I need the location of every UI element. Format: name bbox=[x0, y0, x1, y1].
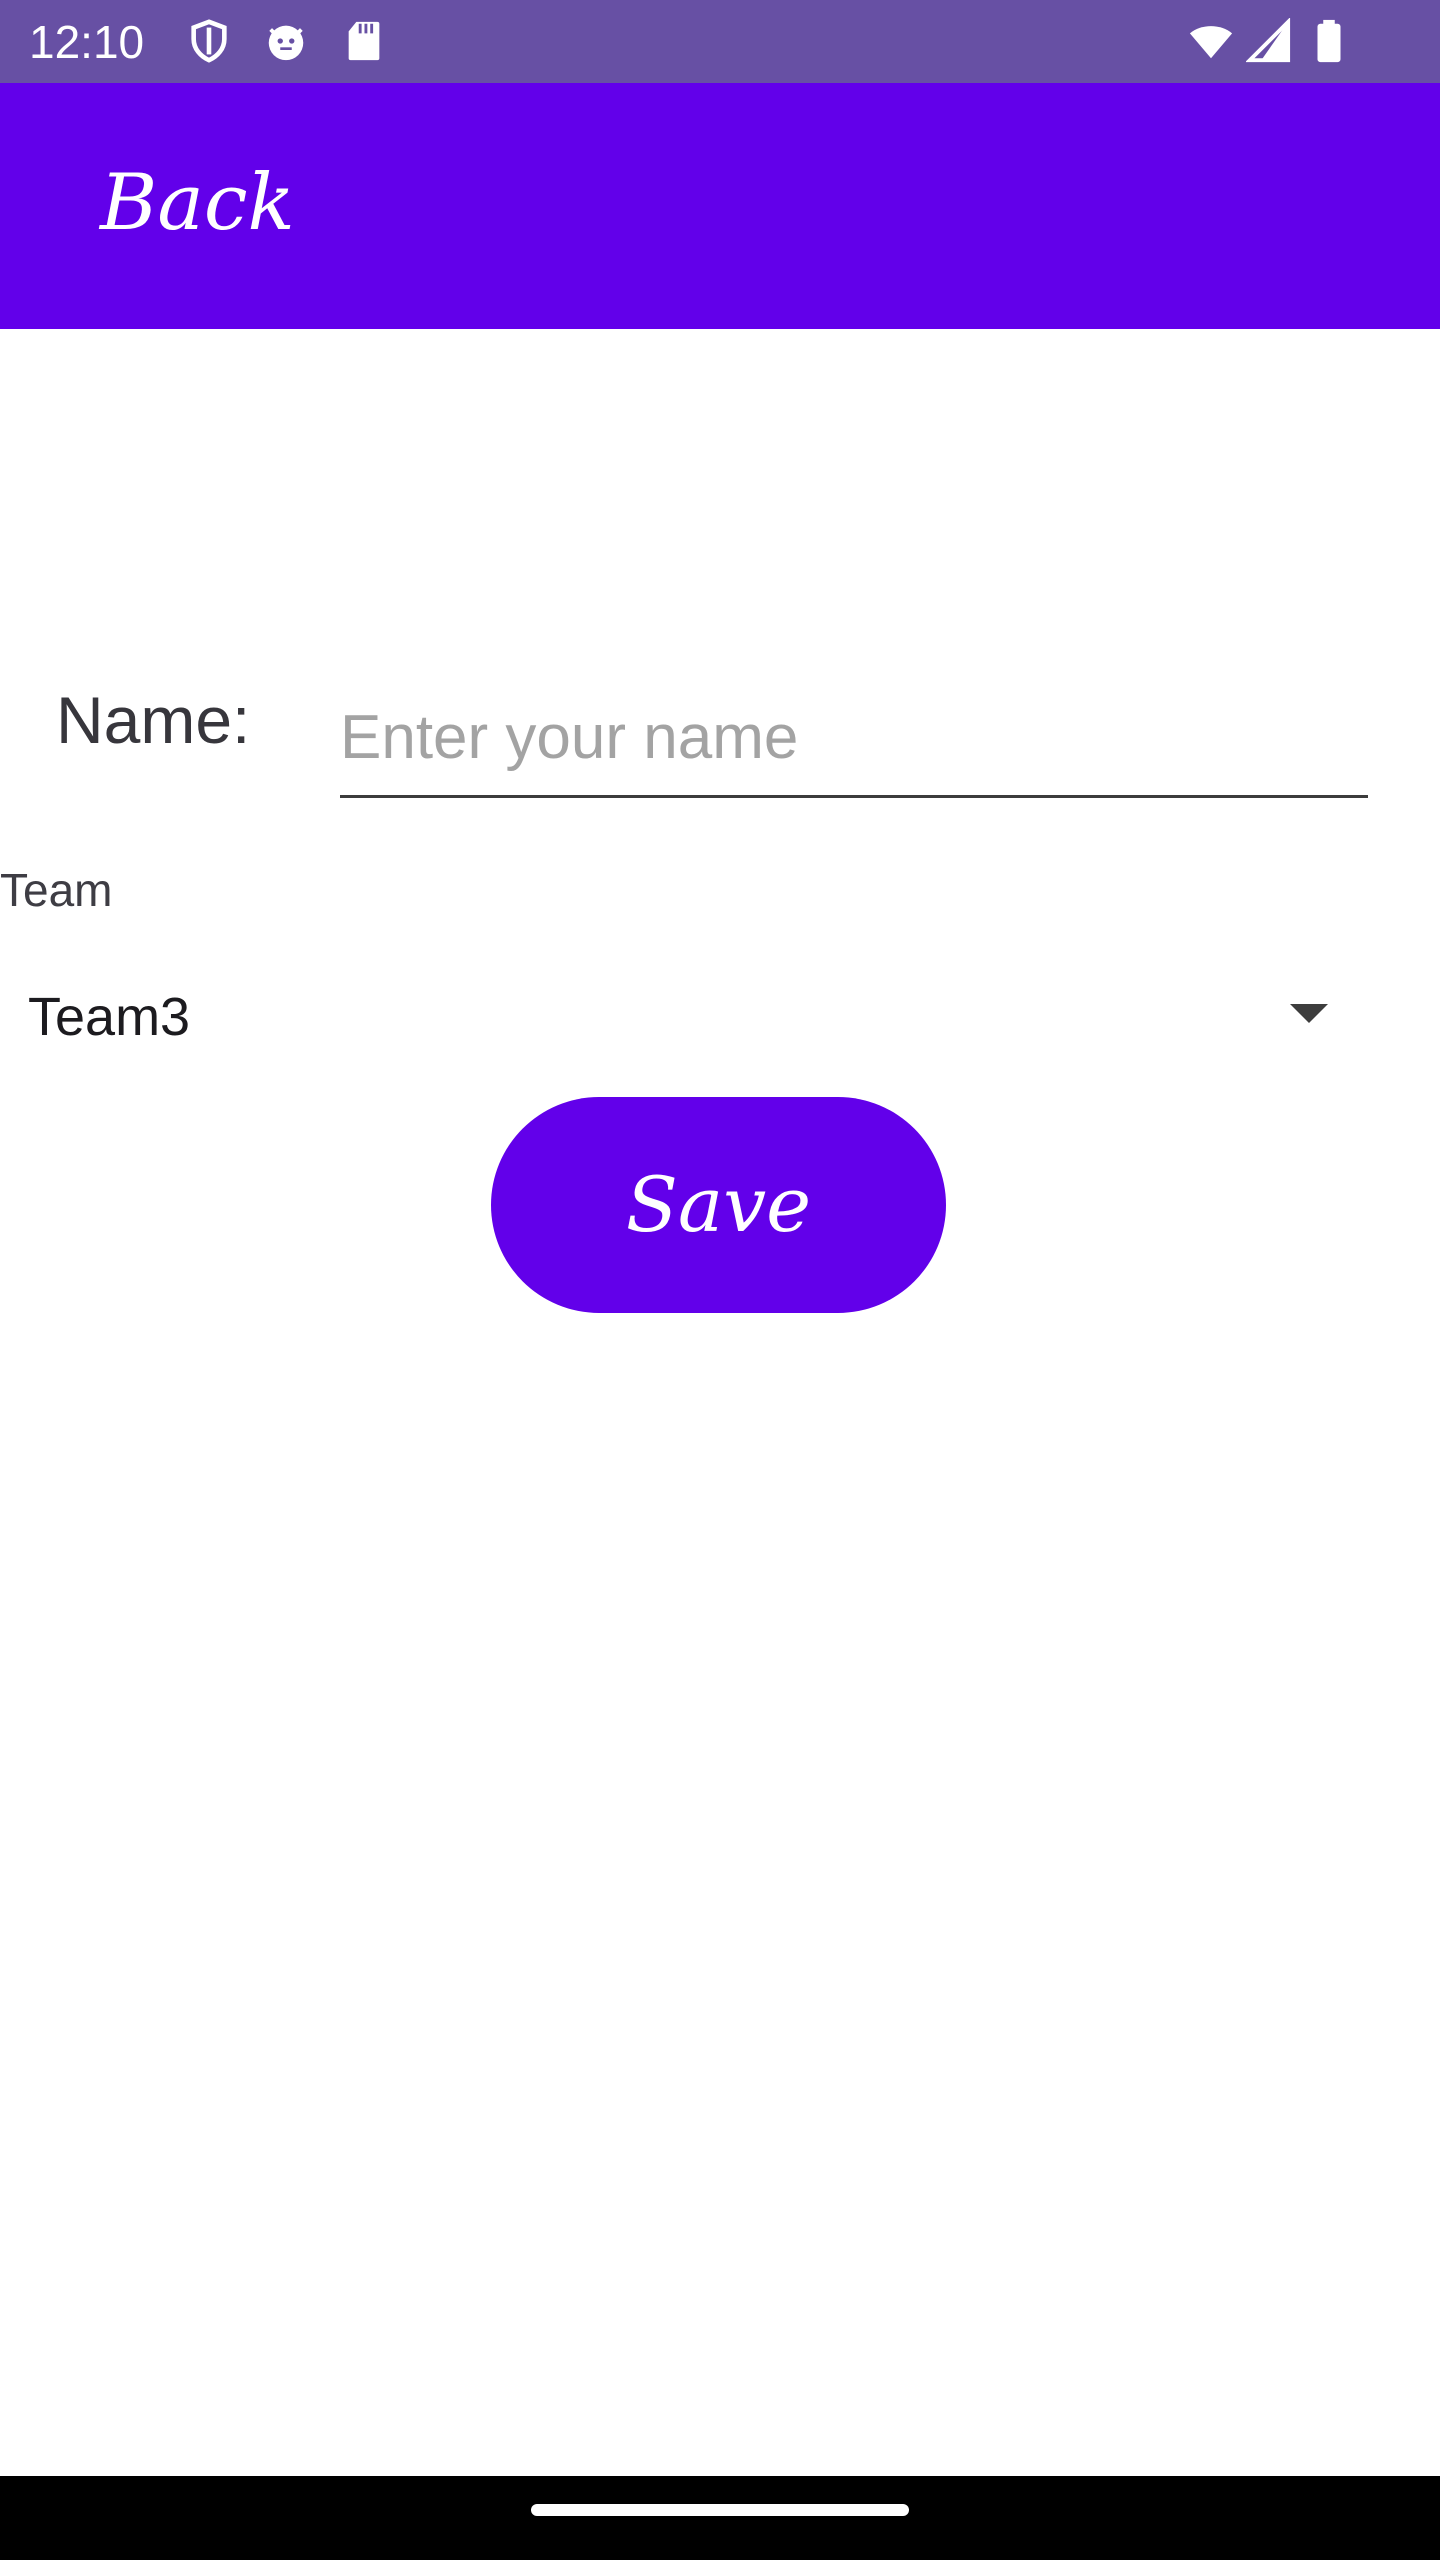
save-button[interactable]: Save bbox=[491, 1097, 946, 1313]
status-bar: 12:10 bbox=[0, 0, 1440, 83]
battery-icon bbox=[1306, 18, 1352, 64]
navigation-bar bbox=[0, 2476, 1440, 2560]
sd-card-icon bbox=[341, 18, 387, 64]
team-label: Team bbox=[0, 864, 113, 916]
wifi-icon bbox=[1188, 18, 1234, 64]
app-bar: Back bbox=[0, 83, 1440, 329]
shield-icon bbox=[186, 18, 232, 64]
home-gesture-handle[interactable] bbox=[531, 2504, 909, 2516]
back-button[interactable]: Back bbox=[100, 153, 295, 253]
dropdown-arrow-icon bbox=[1290, 1004, 1328, 1023]
status-time: 12:10 bbox=[29, 16, 145, 68]
cellular-signal-icon bbox=[1246, 18, 1292, 64]
team-selected-value: Team3 bbox=[28, 987, 191, 1047]
screen: 12:10 Back Name: Team Team3 Save bbox=[0, 0, 1440, 2560]
team-dropdown[interactable]: Team3 bbox=[0, 960, 1360, 1072]
name-input[interactable] bbox=[340, 680, 1368, 798]
name-label: Name: bbox=[56, 683, 251, 757]
cat-face-icon bbox=[263, 18, 309, 64]
